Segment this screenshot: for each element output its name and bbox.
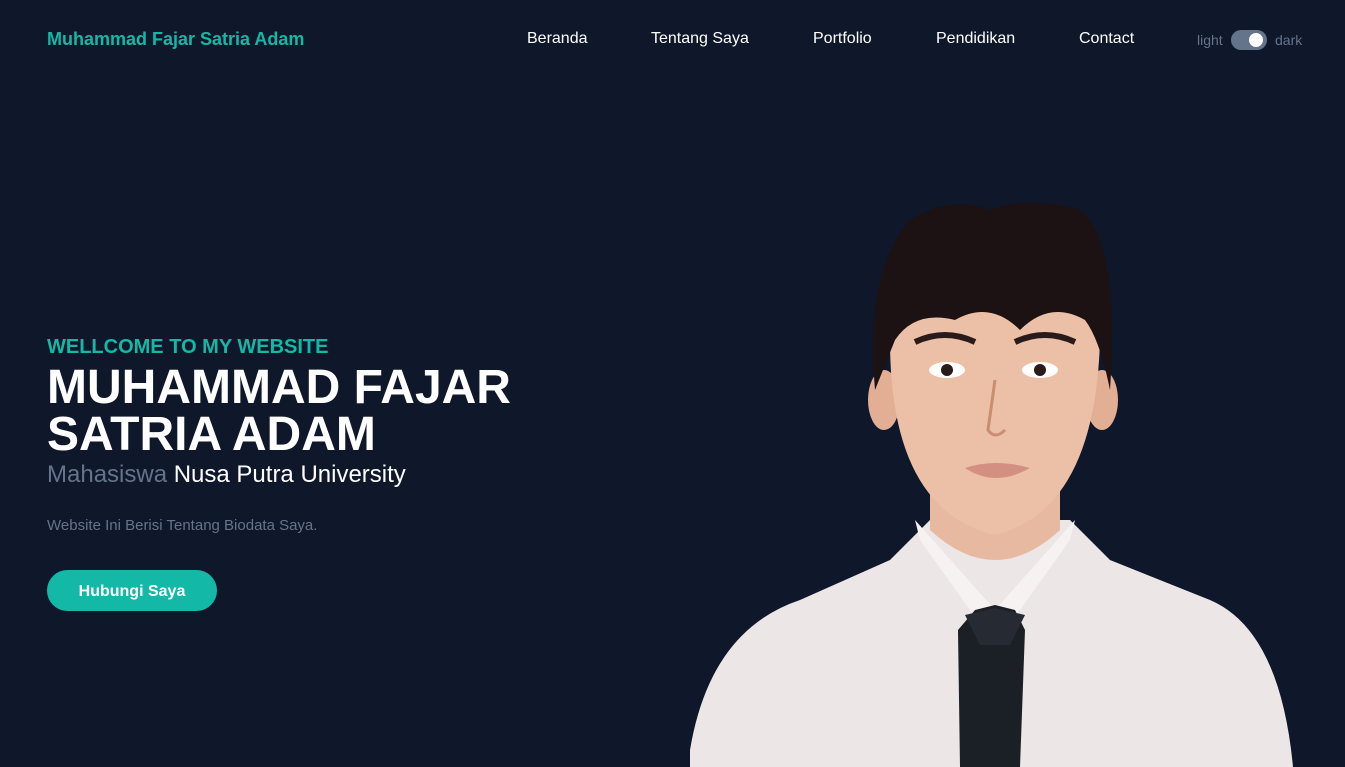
toggle-dark-label: dark (1275, 32, 1303, 48)
welcome-heading: WELLCOME TO MY WEBSITE (47, 336, 329, 358)
page: Muhammad Fajar Satria Adam Beranda Tenta… (0, 0, 1345, 767)
contact-me-button[interactable]: Hubungi Saya (47, 570, 217, 611)
right-pupil (1034, 364, 1046, 376)
nav-link-contact[interactable]: Contact (1079, 30, 1134, 48)
toggle-knob (1249, 33, 1263, 47)
theme-toggle: light dark (1197, 30, 1307, 50)
nav-link-portfolio[interactable]: Portfolio (813, 30, 872, 48)
hero-section: WELLCOME TO MY WEBSITE MUHAMMAD FAJAR SA… (47, 334, 607, 536)
hero-description: Website Ini Berisi Tentang Biodata Saya. (47, 517, 318, 534)
left-pupil (941, 364, 953, 376)
toggle-light-label: light (1197, 32, 1223, 48)
nav-link-beranda[interactable]: Beranda (527, 30, 588, 48)
hero-subtitle: Mahasiswa Nusa Putra University (47, 460, 607, 490)
nav-link-tentang-saya[interactable]: Tentang Saya (651, 30, 749, 48)
hero-name: MUHAMMAD FAJAR SATRIA ADAM (47, 361, 511, 461)
dark-mode-switch[interactable] (1231, 30, 1267, 50)
main-nav: Beranda Tentang Saya Portfolio Pendidika… (0, 30, 1345, 50)
subtitle-role: Mahasiswa (47, 461, 168, 488)
subtitle-university: Nusa Putra University (173, 461, 406, 488)
profile-photo (690, 202, 1293, 767)
nav-link-pendidikan[interactable]: Pendidikan (936, 30, 1015, 48)
site-header: Muhammad Fajar Satria Adam Beranda Tenta… (0, 0, 1345, 80)
